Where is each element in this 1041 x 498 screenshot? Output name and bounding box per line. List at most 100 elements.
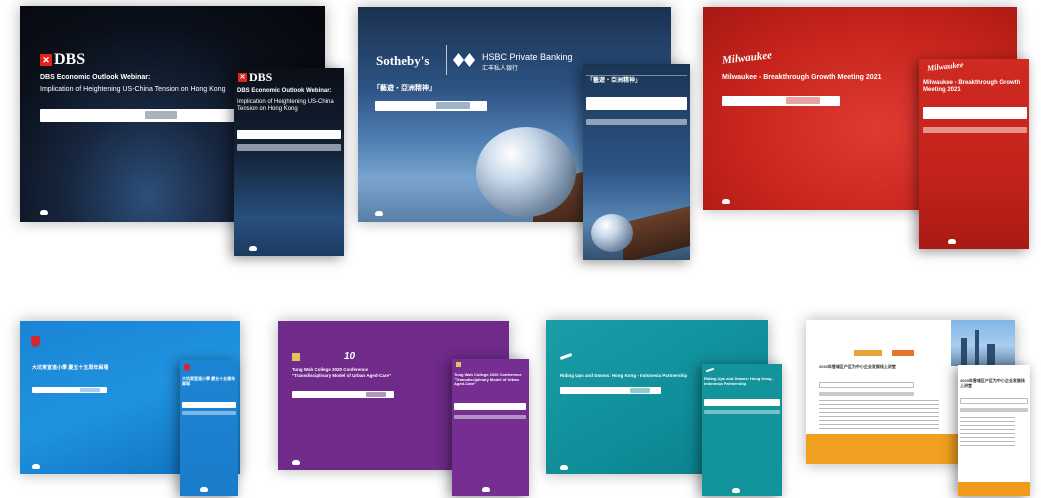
anniversary-badge: 10 bbox=[344, 351, 356, 362]
cloud-icon bbox=[948, 239, 956, 244]
milwaukee-mobile-title: Milwaukee - Breakthrough Growth Meeting … bbox=[923, 80, 1021, 93]
cloud-icon bbox=[560, 465, 568, 470]
dbs-mobile-card: ✕ DBS DBS Economic Outlook Webinar: Impl… bbox=[234, 68, 344, 256]
cloud-icon bbox=[819, 454, 827, 459]
milwaukee-mobile-email-input[interactable] bbox=[923, 107, 1027, 119]
hsbc-footer bbox=[375, 211, 383, 216]
hsbc-hexagon-icon bbox=[453, 53, 475, 67]
dbs-title: DBS Economic Outlook Webinar: bbox=[40, 74, 151, 81]
tungwah-logo-icon bbox=[292, 353, 300, 361]
tungwah-mobile-card: Tung Wah College 2020 Conference "Transd… bbox=[452, 359, 529, 496]
milwaukee-email-input[interactable] bbox=[722, 96, 840, 106]
milwaukee-mobile-footer bbox=[948, 239, 956, 244]
teal-mobile-email-input[interactable] bbox=[704, 399, 780, 406]
tungwah-title: Tung Wah College 2020 Conference bbox=[292, 367, 369, 372]
tungwah-mobile-submit-button[interactable] bbox=[454, 415, 526, 419]
dbs-submit-button[interactable] bbox=[145, 111, 177, 119]
sothebys-logo: Sotheby's bbox=[376, 53, 430, 68]
orange-mobile-title: 2020年香城区户区为中小企业发展线上讲堂 bbox=[960, 378, 1025, 388]
teal-mobile-submit-button[interactable] bbox=[704, 410, 780, 414]
milwaukee-logo: Milwaukee bbox=[721, 49, 773, 67]
orange-logo-2 bbox=[892, 350, 914, 356]
teal-submit-button[interactable] bbox=[630, 388, 650, 393]
cloud-icon bbox=[40, 210, 48, 215]
tungwah-logo-icon bbox=[456, 362, 461, 367]
rooftop-image bbox=[623, 205, 690, 260]
hsbc-brand-line2: 汇丰私人银行 bbox=[482, 66, 519, 72]
school-crest-icon bbox=[184, 364, 190, 371]
cloud-icon bbox=[375, 211, 383, 216]
dbs-mobile-submit-button[interactable] bbox=[237, 144, 341, 151]
hsbc-title: 「藝遊・亞洲精神」 bbox=[373, 85, 436, 92]
teal-logo-icon bbox=[705, 367, 715, 373]
hsbc-brand-line1: HSBC Private Banking bbox=[482, 52, 573, 62]
dbs-mobile-email-input[interactable] bbox=[237, 130, 341, 139]
orange-mobile-card: 2020年香城区户区为中小企业发展线上讲堂 bbox=[958, 365, 1030, 496]
dbs-mobile-title: DBS Economic Outlook Webinar: bbox=[237, 88, 332, 94]
cloud-icon bbox=[732, 488, 740, 493]
teal-mobile-title: Riding Ups and Downs: Hong Kong - Indone… bbox=[704, 376, 774, 386]
tungwah-footer bbox=[292, 460, 300, 465]
milwaukee-footer bbox=[722, 199, 730, 204]
orange-logo-1 bbox=[854, 350, 882, 356]
school-submit-button[interactable] bbox=[80, 388, 100, 392]
orange-mobile-description-text bbox=[960, 417, 1015, 447]
cloud-icon bbox=[292, 460, 300, 465]
cloud-icon bbox=[249, 246, 257, 251]
tower-shape bbox=[987, 344, 995, 366]
milwaukee-mobile-card: Milwaukee Milwaukee - Breakthrough Growt… bbox=[919, 59, 1029, 249]
hsbc-mobile-email-input[interactable] bbox=[586, 97, 687, 110]
cloud-icon bbox=[32, 464, 40, 469]
orange-submit-button[interactable] bbox=[819, 392, 914, 396]
cloud-icon bbox=[482, 487, 490, 492]
webinar-showcase: ✕ DBS DBS Economic Outlook Webinar: Impl… bbox=[0, 0, 1041, 498]
orange-mobile-email-input[interactable] bbox=[960, 398, 1028, 404]
dbs-mobile-subtitle: Implication of Heightening US-China Tens… bbox=[237, 99, 334, 112]
school-mobile-footer bbox=[200, 487, 208, 492]
teal-footer bbox=[560, 465, 568, 470]
hsbc-submit-button[interactable] bbox=[436, 102, 470, 109]
tungwah-mobile-title: Tung Wah College 2020 Conference "Transd… bbox=[454, 372, 522, 387]
school-mobile-card: 大坑東宣道小學 慶五十五周年兩場 bbox=[180, 360, 238, 496]
hsbc-mobile-card: 「藝遊・亞洲精神」 bbox=[583, 64, 690, 260]
tungwah-mobile-email-input[interactable] bbox=[454, 403, 526, 410]
school-mobile-submit-button[interactable] bbox=[182, 411, 236, 415]
cloud-icon bbox=[200, 487, 208, 492]
dbs-mobile-logo: ✕ DBS bbox=[238, 70, 272, 85]
school-mobile-title: 大坑東宣道小學 慶五十五周年兩場 bbox=[182, 376, 236, 386]
mobile-partner-logos bbox=[586, 68, 687, 76]
dbs-footer bbox=[40, 210, 48, 215]
tower-shape bbox=[961, 338, 967, 366]
dbs-x-icon: ✕ bbox=[238, 73, 247, 82]
hsbc-mobile-title: 「藝遊・亞洲精神」 bbox=[587, 78, 642, 84]
dbs-mobile-footer bbox=[249, 246, 257, 251]
hsbc-mobile-submit-button[interactable] bbox=[586, 119, 687, 125]
milwaukee-mobile-submit-button[interactable] bbox=[923, 127, 1027, 133]
cloud-icon bbox=[722, 199, 730, 204]
school-footer bbox=[32, 464, 40, 469]
milwaukee-submit-button[interactable] bbox=[786, 97, 820, 104]
statue-image bbox=[591, 214, 633, 252]
tower-shape bbox=[975, 330, 979, 366]
statue-image bbox=[476, 127, 576, 217]
orange-email-input[interactable] bbox=[819, 382, 914, 388]
dbs-mobile-logo-text: DBS bbox=[249, 70, 273, 84]
dbs-logo: ✕ DBS bbox=[40, 51, 85, 69]
tungwah-submit-button[interactable] bbox=[366, 392, 386, 397]
city-skyline-image bbox=[951, 320, 1015, 366]
school-crest-icon bbox=[31, 336, 40, 347]
tungwah-mobile-footer bbox=[482, 487, 490, 492]
logo-divider bbox=[446, 45, 447, 75]
dbs-logo-text: DBS bbox=[54, 51, 86, 68]
dbs-x-icon: ✕ bbox=[40, 54, 52, 66]
orange-description-text bbox=[819, 400, 939, 430]
orange-mobile-submit-button[interactable] bbox=[960, 408, 1028, 412]
school-mobile-email-input[interactable] bbox=[182, 402, 236, 408]
hsbc-email-input[interactable] bbox=[375, 101, 487, 111]
milwaukee-mobile-logo: Milwaukee bbox=[926, 60, 964, 73]
teal-title: Riding Ups and Downs: Hong Kong - Indone… bbox=[560, 373, 688, 378]
tungwah-subtitle: "Transdisciplinary Model of Urban Aged-C… bbox=[292, 373, 392, 378]
orange-title: 2020年香城区户区为中小企业发展线上讲堂 bbox=[819, 364, 896, 369]
teal-logo-icon bbox=[559, 353, 573, 360]
school-title: 大坑東宣道小學 慶五十五周年兩場 bbox=[32, 365, 109, 371]
